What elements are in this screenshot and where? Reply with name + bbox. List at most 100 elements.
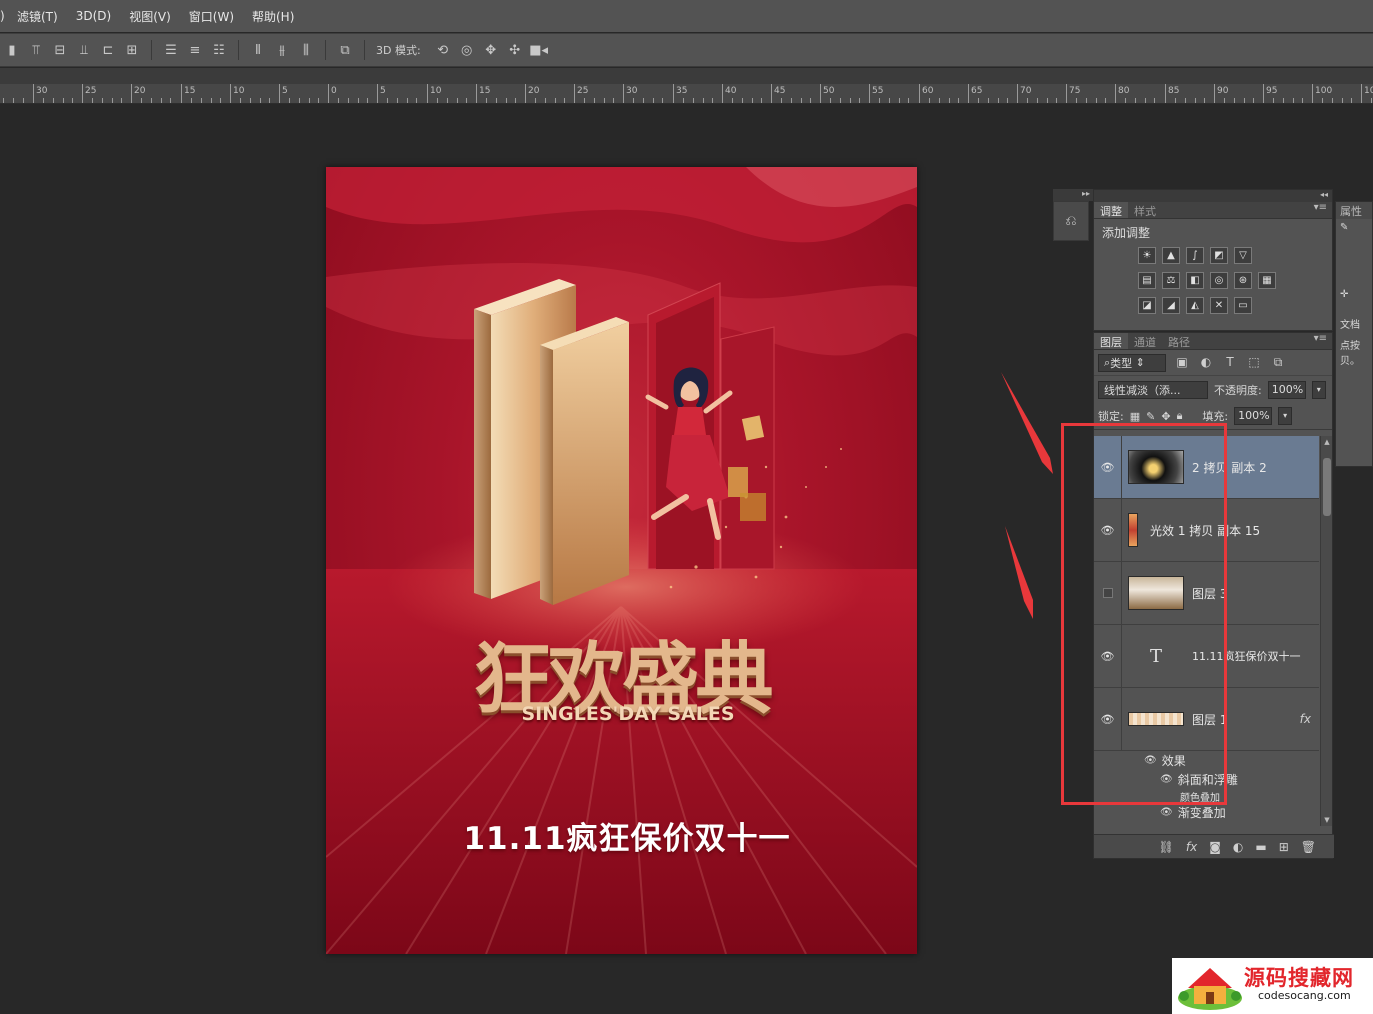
scroll-up-icon[interactable]: ▲ (1321, 438, 1333, 446)
filter-type-icon[interactable]: T (1222, 355, 1238, 371)
collapse-strip[interactable]: ▸▸ (1053, 189, 1093, 201)
distribute-left-icon[interactable]: ⫴ (248, 42, 268, 58)
auto-align-icon[interactable]: ⧉ (335, 42, 355, 58)
distribute-bottom-icon[interactable]: ☷ (209, 42, 229, 58)
menu-view[interactable]: 视图(V) (120, 8, 180, 25)
layer-row[interactable]: 👁︎ 光效 1 拷贝 副本 15 (1094, 499, 1319, 562)
threshold-icon[interactable]: ◭ (1186, 297, 1204, 314)
layer-row[interactable]: 👁︎ 2 拷贝 副本 2 (1094, 436, 1319, 499)
filter-shape-icon[interactable]: ⬚ (1246, 355, 1262, 371)
selective-color-icon[interactable]: ✕ (1210, 297, 1228, 314)
menu-3d[interactable]: 3D(D) (67, 9, 120, 23)
tab-properties[interactable]: 属性 (1336, 202, 1372, 219)
tab-paths[interactable]: 路径 (1162, 333, 1196, 349)
menu-window[interactable]: 窗口(W) (180, 8, 243, 25)
levels-icon[interactable]: ▲ (1162, 247, 1180, 264)
tab-styles[interactable]: 样式 (1128, 202, 1162, 218)
invert-icon[interactable]: ◪ (1138, 297, 1156, 314)
color-balance-icon[interactable]: ⚖ (1162, 272, 1180, 289)
delete-layer-icon[interactable]: 🗑︎ (1301, 840, 1316, 854)
visibility-eye-icon[interactable]: 👁︎ (1094, 625, 1122, 687)
link-layers-icon[interactable]: ⛓︎ (1159, 840, 1174, 854)
menu-filter[interactable]: 滤镜(T) (8, 8, 67, 25)
black-white-icon[interactable]: ◧ (1186, 272, 1204, 289)
blend-mode-select[interactable]: 线性减淡（添... (1098, 380, 1208, 399)
lock-all-icon[interactable]: 🔒︎ (1177, 409, 1183, 423)
new-adjustment-icon[interactable]: ◐ (1233, 840, 1243, 854)
vibrance-icon[interactable]: ▽ (1234, 247, 1252, 264)
ruler-minor-tick (1047, 98, 1048, 103)
scroll-thumb[interactable] (1323, 458, 1331, 516)
distribute-vcenter-icon[interactable]: ≡ (185, 42, 205, 58)
exposure-icon[interactable]: ◩ (1210, 247, 1228, 264)
fill-dropdown-icon[interactable]: ▾ (1278, 407, 1293, 425)
effects-row[interactable]: 👁︎ 效果 (1094, 751, 1319, 770)
distribute-top-icon[interactable]: ☰ (161, 42, 181, 58)
lock-move-icon[interactable]: ✥ (1161, 410, 1170, 423)
eyedropper-icon[interactable]: ✎ (1336, 219, 1372, 236)
3d-slide-icon[interactable]: ✣ (505, 42, 525, 58)
opacity-input[interactable]: 100% (1267, 380, 1306, 399)
opacity-dropdown-icon[interactable]: ▾ (1311, 380, 1326, 399)
new-layer-icon[interactable]: ⊞ (1279, 840, 1289, 854)
posterize-icon[interactable]: ◢ (1162, 297, 1180, 314)
add-style-icon[interactable]: fx (1186, 840, 1197, 854)
visibility-eye-icon[interactable]: 👁︎ (1094, 688, 1122, 750)
3d-roll-icon[interactable]: ◎ (457, 42, 477, 58)
brightness-icon[interactable]: ☀ (1138, 247, 1156, 264)
align-top-icon[interactable]: ⫪ (26, 42, 46, 58)
distribute-right-icon[interactable]: ⫼ (296, 42, 316, 58)
hue-saturation-icon[interactable]: ▤ (1138, 272, 1156, 289)
ruler-label: 25 (577, 86, 589, 96)
history-panel-icon[interactable]: ⎌ (1053, 201, 1089, 241)
panel-menu-icon[interactable]: ▾≡ (1309, 333, 1332, 349)
scroll-down-icon[interactable]: ▼ (1321, 816, 1333, 824)
tab-channels[interactable]: 通道 (1128, 333, 1162, 349)
add-mask-icon[interactable]: ◙ (1209, 840, 1221, 854)
effect-row[interactable]: 👁︎ 斜面和浮雕 (1094, 770, 1319, 789)
align-edge-icon[interactable]: ▮ (2, 42, 22, 58)
layer-filter-select[interactable]: ⌕ 类型 ⇕ (1098, 353, 1166, 372)
effect-eye-icon[interactable]: 👁︎ (1160, 807, 1173, 818)
filter-smart-icon[interactable]: ⧉ (1270, 355, 1286, 371)
curves-icon[interactable]: ∫ (1186, 247, 1204, 264)
transform-icon[interactable]: ✛ (1336, 286, 1372, 303)
lock-pixels-icon[interactable]: ▦ (1130, 410, 1140, 423)
visibility-eye-icon[interactable]: 👁︎ (1094, 436, 1122, 498)
layer-fx-icon[interactable]: fx (1300, 712, 1311, 726)
effect-eye-icon[interactable]: 👁︎ (1144, 755, 1157, 766)
visibility-toggle-off[interactable] (1094, 562, 1122, 624)
3d-rotate-icon[interactable]: ⟲ (433, 42, 453, 58)
3d-scale-icon[interactable]: ■◂ (529, 42, 549, 58)
filter-adjustment-icon[interactable]: ◐ (1198, 355, 1214, 371)
layers-scrollbar[interactable]: ▲ ▼ (1320, 436, 1332, 826)
fill-input[interactable]: 100% (1234, 407, 1273, 425)
layer-row[interactable]: 图层 3 (1094, 562, 1319, 625)
menu-help[interactable]: 帮助(H) (243, 8, 303, 25)
distribute-hcenter-icon[interactable]: ⫵ (272, 42, 292, 58)
visibility-eye-icon[interactable]: 👁︎ (1094, 499, 1122, 561)
align-hcenter-icon[interactable]: ⊞ (122, 42, 142, 58)
effect-row[interactable]: 颜色叠加 (1094, 789, 1319, 804)
tab-adjustments[interactable]: 调整 (1094, 202, 1128, 218)
new-group-icon[interactable]: ▬ (1255, 840, 1266, 854)
horizontal-ruler[interactable]: 30 25 20 15 10 5 0 5 10 15 20 25 30 35 40 45 50 55 60 65 70 7… (0, 84, 1373, 104)
effect-eye-icon[interactable]: 👁︎ (1160, 774, 1173, 785)
color-lookup-icon[interactable]: ▦ (1258, 272, 1276, 289)
filter-pixel-icon[interactable]: ▣ (1174, 355, 1190, 371)
layer-row[interactable]: 👁︎ 图层 1 fx (1094, 688, 1319, 751)
gradient-map-icon[interactable]: ▭ (1234, 297, 1252, 314)
align-vcenter-icon[interactable]: ⊟ (50, 42, 70, 58)
align-left-icon[interactable]: ⊏ (98, 42, 118, 58)
tab-layers[interactable]: 图层 (1094, 333, 1128, 349)
align-bottom-icon[interactable]: ⫫ (74, 42, 94, 58)
panel-collapse-icon[interactable]: ◂◂ (1094, 190, 1332, 202)
photo-filter-icon[interactable]: ◎ (1210, 272, 1228, 289)
effect-row[interactable]: 👁︎ 渐变叠加 (1094, 803, 1319, 822)
poster-canvas[interactable]: 狂欢盛典 SINGLES'DAY SALES 11.11疯狂保价双十一 (326, 167, 917, 954)
layer-row[interactable]: 👁︎ T 11.11疯狂保价双十一 (1094, 625, 1319, 688)
lock-paint-icon[interactable]: ✎ (1146, 410, 1155, 423)
3d-pan-icon[interactable]: ✥ (481, 42, 501, 58)
channel-mixer-icon[interactable]: ⊛ (1234, 272, 1252, 289)
panel-menu-icon[interactable]: ▾≡ (1309, 202, 1332, 218)
